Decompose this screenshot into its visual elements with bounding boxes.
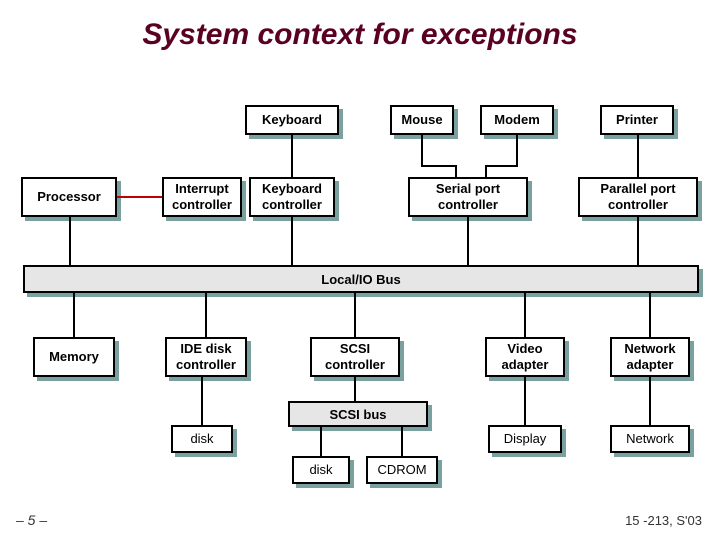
connector — [467, 217, 469, 265]
connector — [637, 135, 639, 177]
connector — [421, 135, 423, 166]
connector — [649, 293, 651, 337]
box-modem: Modem — [480, 105, 554, 135]
connector — [516, 135, 518, 166]
connector — [401, 427, 403, 456]
box-processor: Processor — [21, 177, 117, 217]
box-keyboard-controller: Keyboard controller — [249, 177, 335, 217]
connector — [201, 377, 203, 425]
box-ide-controller: IDE disk controller — [165, 337, 247, 377]
box-disk-scsi: disk — [292, 456, 350, 484]
box-local-io-bus: Local/IO Bus — [23, 265, 699, 293]
page-number: – 5 – — [16, 512, 47, 528]
box-scsi-controller: SCSI controller — [310, 337, 400, 377]
course-label: 15 -213, S'03 — [625, 513, 702, 528]
box-network-adapter: Network adapter — [610, 337, 690, 377]
connector — [421, 165, 456, 167]
connector — [354, 293, 356, 337]
box-keyboard: Keyboard — [245, 105, 339, 135]
box-scsi-bus: SCSI bus — [288, 401, 428, 427]
connector — [205, 293, 207, 337]
box-cdrom: CDROM — [366, 456, 438, 484]
connector — [455, 165, 457, 177]
connector — [73, 293, 75, 337]
connector-red — [117, 196, 162, 198]
box-parallel-controller: Parallel port controller — [578, 177, 698, 217]
box-video-adapter: Video adapter — [485, 337, 565, 377]
connector — [524, 377, 526, 425]
connector — [649, 377, 651, 425]
connector — [354, 377, 356, 401]
box-serial-controller: Serial port controller — [408, 177, 528, 217]
connector — [637, 217, 639, 265]
box-network: Network — [610, 425, 690, 453]
box-mouse: Mouse — [390, 105, 454, 135]
box-printer: Printer — [600, 105, 674, 135]
box-interrupt-controller: Interrupt controller — [162, 177, 242, 217]
box-disk-ide: disk — [171, 425, 233, 453]
slide-title: System context for exceptions — [0, 18, 720, 52]
box-display: Display — [488, 425, 562, 453]
connector — [291, 217, 293, 265]
connector — [485, 165, 518, 167]
box-memory: Memory — [33, 337, 115, 377]
connector — [69, 217, 71, 265]
connector — [485, 165, 487, 177]
connector — [291, 135, 293, 177]
connector — [320, 427, 322, 456]
connector — [524, 293, 526, 337]
